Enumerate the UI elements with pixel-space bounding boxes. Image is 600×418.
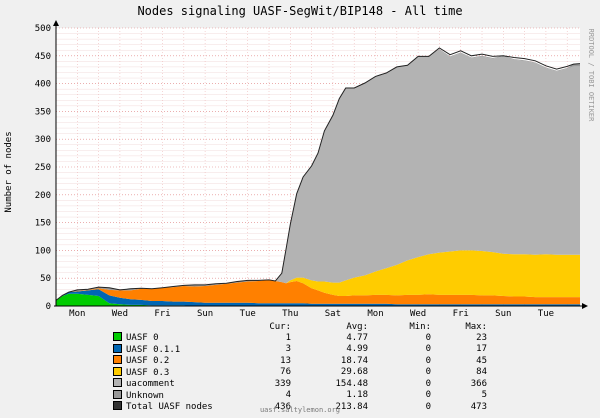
rrdtool-credit: RRDTOOL / TOBI OETIKER bbox=[587, 29, 595, 123]
y-tick-label: 100 bbox=[35, 246, 51, 256]
legend-row: UASF 0.2 13 18.74 0 45 bbox=[113, 355, 487, 367]
legend-swatch bbox=[113, 332, 122, 341]
legend: Cur: Avg: Min: Max: UASF 0 1 4.77 0 23 UASF 0… bbox=[113, 322, 487, 413]
legend-min: 0 bbox=[425, 367, 431, 377]
y-tick-label: 450 bbox=[35, 52, 51, 62]
legend-min: 0 bbox=[425, 390, 431, 400]
legend-avg: 154.48 bbox=[335, 378, 368, 389]
x-tick-label: Wed bbox=[410, 309, 426, 319]
legend-cur: 4 bbox=[285, 390, 291, 400]
y-tick-label: 500 bbox=[35, 24, 51, 34]
legend-avg: 29.68 bbox=[340, 367, 368, 377]
x-tick-label: Wed bbox=[112, 309, 128, 319]
x-tick-label: Sun bbox=[495, 309, 511, 319]
legend-row: UASF 0.3 76 29.68 0 84 bbox=[113, 366, 487, 379]
legend-avg: 1.18 bbox=[346, 390, 368, 400]
legend-row: UASF 0 1 4.77 0 23 bbox=[113, 332, 487, 344]
y-tick-label: 150 bbox=[35, 219, 51, 229]
legend-max: 84 bbox=[476, 367, 487, 377]
footer-domain: uasf.saltylemon.org bbox=[259, 406, 341, 414]
legend-avg: 4.99 bbox=[346, 344, 368, 354]
y-tick-label: 0 bbox=[46, 302, 51, 312]
x-tick-label: Thu bbox=[282, 309, 298, 319]
chart-stage: Nodes signaling UASF-SegWit/BIP148 - All… bbox=[0, 0, 600, 418]
legend-series-name: UASF 0.2 bbox=[126, 356, 170, 366]
legend-max: 17 bbox=[476, 344, 487, 354]
legend-row: uacomment 339 154.48 0 366 bbox=[113, 378, 487, 390]
chart-title: Nodes signaling UASF-SegWit/BIP148 - All… bbox=[137, 4, 462, 18]
x-tick-label: Tue bbox=[538, 309, 554, 319]
x-tick-label: Fri bbox=[154, 309, 170, 319]
x-tick-label: Mon bbox=[367, 309, 383, 319]
legend-row: UASF 0.1.1 3 4.99 0 17 bbox=[113, 343, 487, 356]
y-tick-label: 350 bbox=[35, 107, 51, 117]
legend-header-min: Min: bbox=[409, 322, 431, 332]
x-tick-label: Tue bbox=[240, 309, 256, 319]
y-axis-label: Number of nodes bbox=[4, 131, 14, 212]
y-tick-label: 50 bbox=[40, 274, 51, 284]
legend-header-cur: Cur: bbox=[269, 322, 291, 332]
legend-cur: 76 bbox=[280, 367, 291, 377]
legend-row: Unknown 4 1.18 0 5 bbox=[113, 389, 487, 402]
y-axis-arrow bbox=[53, 20, 59, 26]
legend-swatch bbox=[113, 389, 122, 399]
legend-avg: 18.74 bbox=[340, 355, 368, 366]
legend-min: 0 bbox=[425, 355, 431, 366]
x-axis-arrow bbox=[582, 303, 588, 309]
legend-cur: 3 bbox=[285, 344, 291, 354]
legend-cur: 13 bbox=[280, 355, 291, 366]
legend-cur: 1 bbox=[285, 332, 291, 343]
y-tick-label: 250 bbox=[35, 163, 51, 173]
y-tick-label: 300 bbox=[35, 135, 51, 145]
legend-avg: 4.77 bbox=[346, 332, 368, 343]
legend-min: 0 bbox=[425, 332, 431, 343]
legend-swatch bbox=[113, 366, 122, 376]
legend-header-max: Max: bbox=[465, 322, 487, 332]
x-tick-label: Mon bbox=[69, 309, 85, 319]
legend-max: 23 bbox=[476, 332, 487, 343]
legend-max: 366 bbox=[470, 378, 487, 389]
legend-max: 5 bbox=[481, 390, 487, 400]
legend-series-name: Unknown bbox=[126, 390, 164, 401]
legend-min: 0 bbox=[425, 344, 431, 354]
y-tick-label: 400 bbox=[35, 80, 51, 90]
legend-min: 0 bbox=[425, 378, 431, 389]
legend-header-avg: Avg: bbox=[346, 322, 368, 332]
x-tick-label: Fri bbox=[453, 309, 469, 319]
legend-max: 45 bbox=[476, 355, 487, 366]
legend-series-name: uacomment bbox=[126, 379, 175, 389]
legend-series-name: UASF 0.1.1 bbox=[126, 344, 181, 355]
legend-series-name: UASF 0.3 bbox=[126, 367, 170, 378]
x-tick-label: Sun bbox=[197, 309, 213, 319]
legend-cur: 339 bbox=[274, 378, 291, 389]
legend-series-name: UASF 0 bbox=[126, 333, 159, 343]
x-tick-label: Sat bbox=[325, 309, 341, 319]
legend-swatch bbox=[113, 355, 122, 364]
y-tick-label: 200 bbox=[35, 191, 51, 201]
legend-swatch bbox=[113, 378, 122, 387]
legend-swatch bbox=[113, 343, 122, 353]
